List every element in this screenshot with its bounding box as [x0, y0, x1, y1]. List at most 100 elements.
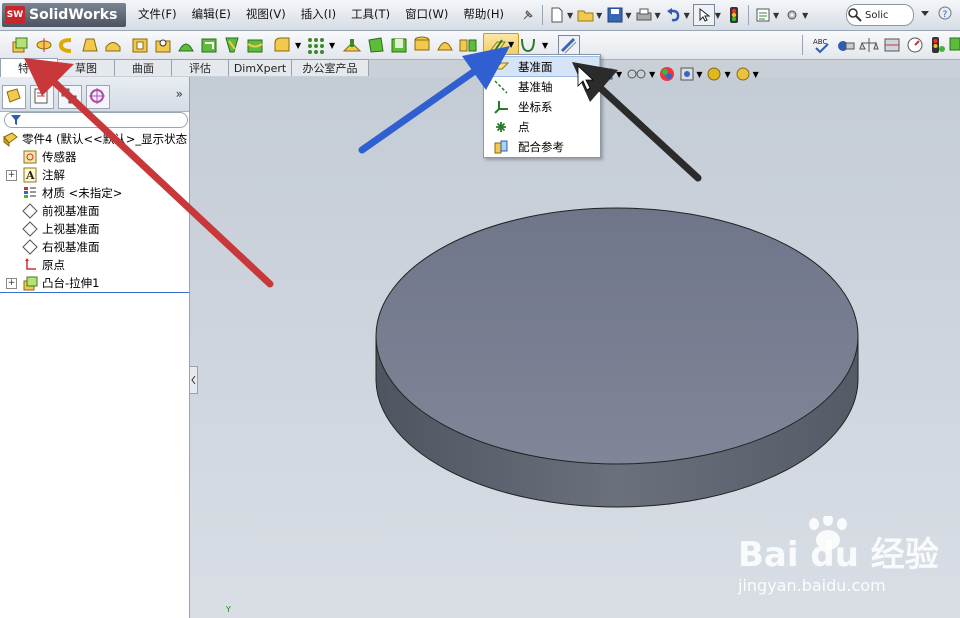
- options-gear-icon[interactable]: [782, 5, 802, 25]
- tree-item-annotations[interactable]: + A 注解: [0, 166, 189, 184]
- menu-item-coordinate-system[interactable]: 坐标系: [485, 97, 599, 116]
- view-orientation-icon[interactable]: [600, 67, 614, 81]
- rebuild-traffic-light-icon[interactable]: [724, 5, 744, 25]
- print-icon[interactable]: [634, 5, 654, 25]
- swept-cut-icon[interactable]: [199, 35, 219, 55]
- search-field[interactable]: Solic: [846, 4, 914, 26]
- chevron-down-icon[interactable]: ▼: [542, 41, 548, 50]
- menu-insert[interactable]: 插入(I): [301, 6, 336, 22]
- app-logo[interactable]: SW SolidWorks: [2, 3, 126, 27]
- expand-plus-icon[interactable]: +: [6, 169, 17, 181]
- pin-icon[interactable]: [518, 5, 538, 25]
- tree-item-front-plane[interactable]: 前视基准面: [0, 202, 189, 220]
- chevron-down-icon[interactable]: ▼: [616, 70, 622, 79]
- tree-item-boss-extrude[interactable]: + 凸台-拉伸1: [0, 274, 189, 292]
- chevron-down-icon[interactable]: ▼: [753, 70, 759, 79]
- section-properties-icon[interactable]: [882, 35, 902, 55]
- menu-view[interactable]: 视图(V): [246, 6, 286, 22]
- tree-item-top-plane[interactable]: 上视基准面: [0, 220, 189, 238]
- rollback-bar[interactable]: [0, 292, 189, 293]
- tab-surfaces[interactable]: 曲面: [114, 59, 172, 76]
- menu-item-mate-reference[interactable]: 配合参考: [485, 137, 599, 156]
- check-part-traffic-icon[interactable]: [928, 35, 948, 55]
- tree-root-part[interactable]: 零件4 (默认<<默认>_显示状态: [0, 130, 189, 148]
- menu-tools[interactable]: 工具(T): [351, 6, 390, 22]
- sensor-gauge-icon[interactable]: [905, 35, 925, 55]
- chevron-down-icon[interactable]: ▼: [329, 41, 335, 50]
- hole-wizard-icon[interactable]: [153, 35, 173, 55]
- tree-item-material[interactable]: 材质 <未指定>: [0, 184, 189, 202]
- revolved-cut-icon[interactable]: [176, 35, 196, 55]
- tree-filter-field[interactable]: [4, 112, 188, 128]
- tree-item-sensors[interactable]: 传感器: [0, 148, 189, 166]
- menu-help[interactable]: 帮助(H): [463, 6, 504, 22]
- configuration-manager-tab[interactable]: [58, 85, 82, 109]
- new-document-icon[interactable]: [547, 5, 567, 25]
- tab-features[interactable]: 特征: [0, 58, 58, 77]
- tree-item-right-plane[interactable]: 右视基准面: [0, 238, 189, 256]
- dimxpert-manager-tab[interactable]: [86, 85, 110, 109]
- wrap-icon[interactable]: [412, 35, 432, 55]
- chevron-down-icon[interactable]: ▼: [715, 11, 721, 20]
- chevron-down-icon[interactable]: ▼: [654, 11, 660, 20]
- menu-edit[interactable]: 编辑(E): [192, 6, 231, 22]
- lofted-boss-icon[interactable]: [80, 35, 100, 55]
- chevron-down-icon[interactable]: ▼: [596, 11, 602, 20]
- fillet-icon[interactable]: [272, 35, 292, 55]
- tab-sketch[interactable]: 草图: [57, 59, 115, 76]
- edit-appearance-icon[interactable]: [659, 66, 675, 82]
- shell-icon[interactable]: [389, 35, 409, 55]
- chevron-down-icon[interactable]: ▼: [773, 11, 779, 20]
- help-question-icon[interactable]: ?: [938, 6, 952, 20]
- menu-file[interactable]: 文件(F): [138, 6, 177, 22]
- geometry-analysis-icon[interactable]: [948, 35, 960, 55]
- draft-icon[interactable]: [366, 35, 386, 55]
- measure-icon[interactable]: [836, 35, 856, 55]
- chevron-down-icon[interactable]: ▼: [684, 11, 690, 20]
- save-icon[interactable]: [605, 5, 625, 25]
- chevron-down-icon[interactable]: ▼: [295, 41, 301, 50]
- feature-manager-tab[interactable]: [2, 85, 26, 109]
- hide-show-items-icon[interactable]: [626, 67, 648, 81]
- tree-item-origin[interactable]: 原点: [0, 256, 189, 274]
- curves-icon[interactable]: [518, 35, 538, 55]
- expand-panel-icon[interactable]: »: [176, 87, 183, 101]
- swept-boss-icon[interactable]: [57, 35, 77, 55]
- mirror-icon[interactable]: [458, 35, 478, 55]
- boundary-cut-icon[interactable]: [245, 35, 265, 55]
- panel-collapse-handle[interactable]: [190, 366, 198, 394]
- chevron-down-icon[interactable]: ▼: [567, 11, 573, 20]
- revolved-boss-icon[interactable]: [34, 35, 54, 55]
- spell-check-icon[interactable]: ABC: [812, 35, 832, 55]
- select-cursor-icon[interactable]: [692, 4, 715, 26]
- tab-office-products[interactable]: 办公室产品: [291, 59, 369, 76]
- extruded-boss-icon[interactable]: [10, 35, 30, 55]
- linear-pattern-icon[interactable]: [306, 35, 326, 55]
- expand-plus-icon[interactable]: +: [6, 277, 17, 289]
- chevron-down-icon[interactable]: ▼: [696, 70, 702, 79]
- tab-evaluate[interactable]: 评估: [171, 59, 229, 76]
- property-manager-tab[interactable]: [30, 85, 54, 109]
- chevron-down-icon[interactable]: ▼: [625, 11, 631, 20]
- apply-scene-icon[interactable]: [679, 66, 695, 82]
- rib-icon[interactable]: [342, 35, 362, 55]
- search-dropdown-icon[interactable]: [918, 6, 932, 20]
- undo-icon[interactable]: [664, 5, 684, 25]
- menu-item-axis[interactable]: 基准轴: [485, 77, 599, 96]
- mass-properties-icon[interactable]: [859, 35, 879, 55]
- extruded-cut-icon[interactable]: [130, 35, 150, 55]
- lofted-cut-icon[interactable]: [222, 35, 242, 55]
- display-settings-icon[interactable]: [706, 66, 722, 82]
- chevron-down-icon[interactable]: ▼: [649, 70, 655, 79]
- menu-item-plane[interactable]: 基准面: [484, 56, 600, 77]
- menu-item-point[interactable]: 点: [485, 117, 599, 136]
- chevron-down-icon[interactable]: ▼: [724, 70, 730, 79]
- dome-icon[interactable]: [435, 35, 455, 55]
- boundary-boss-icon[interactable]: [103, 35, 123, 55]
- tab-dimxpert[interactable]: DimXpert: [228, 59, 292, 76]
- open-folder-icon[interactable]: [576, 5, 596, 25]
- chevron-down-icon[interactable]: ▼: [802, 11, 808, 20]
- shaded-sphere-icon[interactable]: [735, 66, 751, 82]
- menu-window[interactable]: 窗口(W): [405, 6, 448, 22]
- file-properties-icon[interactable]: [753, 5, 773, 25]
